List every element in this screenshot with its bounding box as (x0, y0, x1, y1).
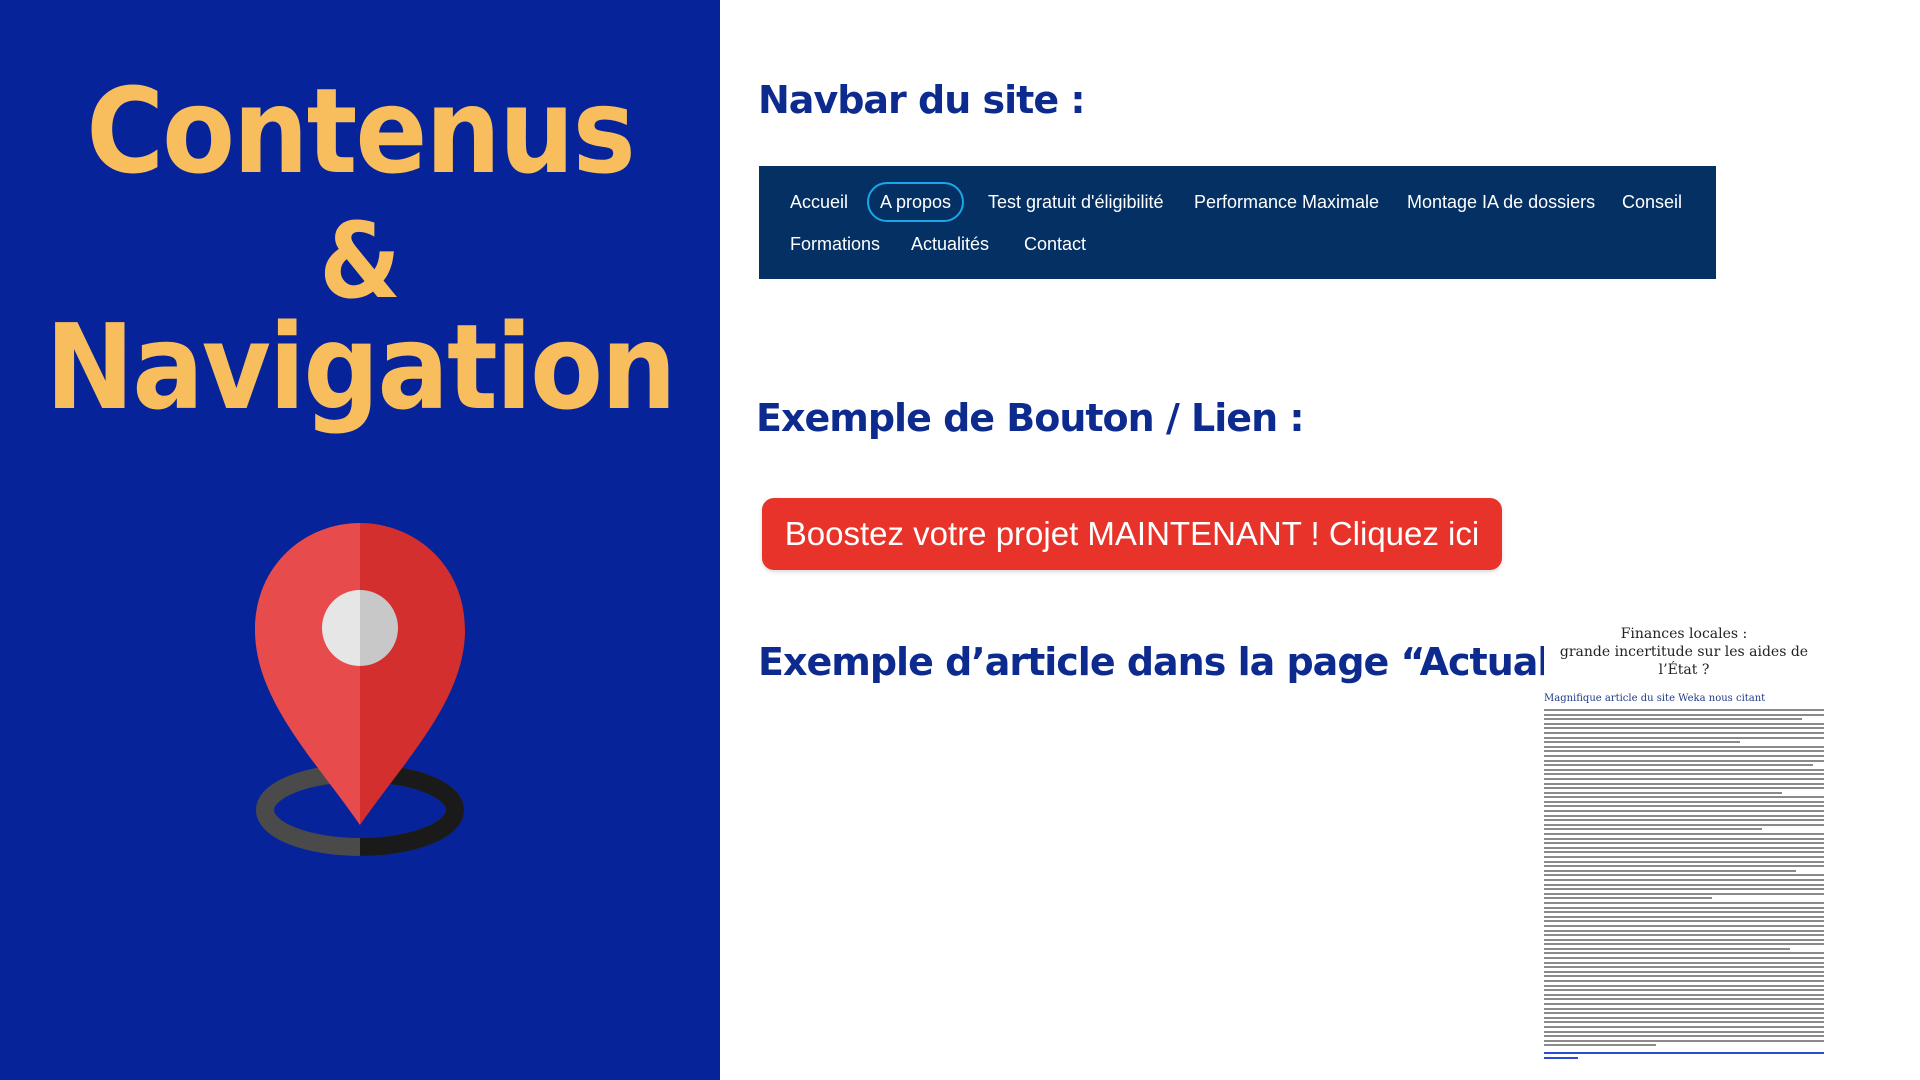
article-title-line2: grande incertitude sur les aides de l’Ét… (1559, 644, 1809, 678)
article-text-line (1544, 1021, 1824, 1024)
article-body (1544, 709, 1824, 1059)
article-text-line (1544, 892, 1824, 895)
article-text-line (1544, 860, 1824, 863)
article-text-line (1544, 718, 1802, 721)
article-text-line (1544, 865, 1824, 868)
article-text-line (1544, 938, 1824, 941)
article-text-line (1544, 777, 1824, 780)
article-text-line (1544, 745, 1824, 748)
article-text-line (1544, 901, 1824, 904)
article-text-line (1544, 989, 1824, 992)
article-text-line (1544, 883, 1824, 886)
article-text-line (1544, 787, 1824, 790)
article-preview: Finances locales : grande incertitude su… (1544, 625, 1824, 1059)
article-text-line (1544, 915, 1824, 918)
article-text-line (1544, 984, 1824, 987)
article-text-line (1544, 727, 1824, 730)
article-text-line (1544, 1016, 1824, 1019)
article-link-line[interactable] (1544, 1052, 1824, 1055)
article-text-line (1544, 773, 1824, 776)
article-text-line (1544, 837, 1824, 840)
location-pin-icon (225, 520, 495, 870)
article-text-line (1544, 920, 1824, 923)
article-text-line (1544, 878, 1824, 881)
article-text-line (1544, 736, 1824, 739)
article-text-line (1544, 810, 1824, 813)
button-section-heading: Exemple de Bouton / Lien : (756, 396, 1305, 440)
nav-item-a-propos[interactable]: A propos (867, 182, 965, 222)
article-text-line (1544, 966, 1824, 969)
article-text-line (1544, 768, 1824, 771)
article-text-line (1544, 924, 1824, 927)
boost-project-button[interactable]: Boostez votre projet MAINTENANT ! Clique… (762, 498, 1502, 570)
article-text-line (1544, 1044, 1656, 1047)
article-text-line (1544, 791, 1782, 794)
article-text-line (1544, 970, 1824, 973)
article-text-line (1544, 929, 1824, 932)
article-text-line (1544, 911, 1824, 914)
nav-item-contact[interactable]: Contact (1013, 224, 1097, 264)
article-text-line (1544, 759, 1824, 762)
article-text-line (1544, 722, 1824, 725)
article-text-line (1544, 851, 1824, 854)
article-title-line1: Finances locales : (1620, 626, 1748, 642)
article-text-line (1544, 800, 1824, 803)
article-link-line[interactable] (1544, 1056, 1578, 1059)
article-text-line (1544, 741, 1740, 744)
hero-title-line3: Navigation (45, 298, 676, 436)
article-text-line (1544, 1035, 1824, 1038)
article-text-line (1544, 906, 1824, 909)
article-text-line (1544, 764, 1813, 767)
article-text-line (1544, 897, 1712, 900)
site-navbar: Accueil A propos Test gratuit d'éligibil… (759, 166, 1716, 279)
article-text-line (1544, 943, 1824, 946)
article-subtitle: Magnifique article du site Weka nous cit… (1544, 693, 1766, 704)
article-text-line (1544, 869, 1796, 872)
left-panel: Contenus & Navigation (0, 0, 720, 1080)
nav-item-performance[interactable]: Performance Maximale (1183, 182, 1390, 222)
nav-item-formations[interactable]: Formations (779, 224, 891, 264)
article-text-line (1544, 846, 1824, 849)
nav-item-actualites[interactable]: Actualités (900, 224, 1000, 264)
article-text-line (1544, 833, 1824, 836)
article-text-line (1544, 980, 1824, 983)
article-text-line (1544, 709, 1824, 711)
article-text-line (1544, 961, 1824, 964)
article-text-line (1544, 1039, 1824, 1042)
article-text-line (1544, 874, 1824, 877)
nav-item-montage-ia[interactable]: Montage IA de dossiers (1396, 182, 1606, 222)
nav-item-test-eligibilite[interactable]: Test gratuit d'éligibilité (977, 182, 1175, 222)
article-text-line (1544, 957, 1824, 960)
article-text-line (1544, 993, 1824, 996)
article-text-line (1544, 856, 1824, 858)
article-text-line (1544, 1012, 1824, 1015)
article-text-line (1544, 805, 1824, 808)
article-text-line (1544, 713, 1824, 716)
article-text-line (1544, 1003, 1824, 1005)
article-text-line (1544, 828, 1763, 831)
article-text-line (1544, 1007, 1824, 1010)
article-text-line (1544, 975, 1824, 978)
nav-item-conseil[interactable]: Conseil (1611, 182, 1693, 222)
article-text-line (1544, 796, 1824, 799)
article-text-line (1544, 1025, 1824, 1028)
article-text-line (1544, 952, 1824, 955)
article-text-line (1544, 754, 1824, 757)
article-section-heading: Exemple d’article dans la page “Actualit… (758, 640, 1676, 684)
article-text-line (1544, 823, 1824, 826)
article-text-line (1544, 934, 1824, 937)
navbar-section-heading: Navbar du site : (758, 78, 1086, 122)
article-text-line (1544, 814, 1824, 817)
article-text-line (1544, 819, 1824, 822)
article-text-line (1544, 782, 1824, 785)
nav-item-accueil[interactable]: Accueil (779, 182, 859, 222)
article-text-line (1544, 750, 1824, 753)
article-text-line (1544, 1030, 1824, 1033)
article-text-line (1544, 731, 1824, 734)
article-text-line (1544, 842, 1824, 845)
article-text-line (1544, 888, 1824, 891)
article-text-line (1544, 947, 1791, 950)
hero-title-line1: Contenus (86, 62, 636, 200)
article-text-line (1544, 998, 1824, 1001)
